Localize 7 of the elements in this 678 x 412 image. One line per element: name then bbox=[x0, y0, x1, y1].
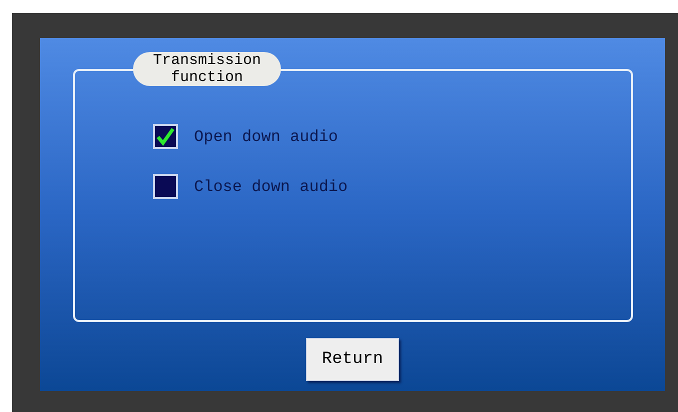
option-label: Open down audio bbox=[194, 126, 338, 148]
return-button[interactable]: Return bbox=[306, 338, 399, 381]
option-label: Close down audio bbox=[194, 176, 348, 198]
checkmark-icon bbox=[156, 127, 175, 146]
checkbox[interactable] bbox=[153, 124, 178, 149]
group-title: Transmission function bbox=[133, 52, 281, 86]
checkbox[interactable] bbox=[153, 174, 178, 199]
